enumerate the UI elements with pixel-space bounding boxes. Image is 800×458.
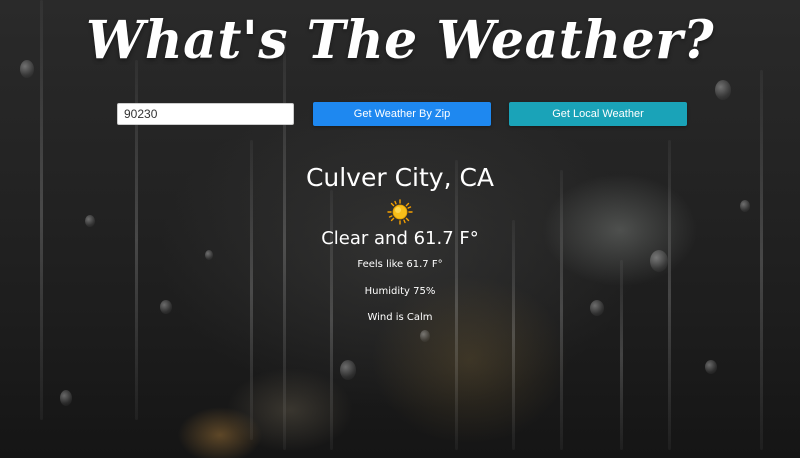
location-name: Culver City, CA (305, 163, 495, 192)
page-title: What's The Weather? (85, 10, 715, 71)
weather-result: Culver City, CA Clear and 61.7 F° Feels … (0, 160, 800, 324)
zip-code-input[interactable] (117, 103, 294, 125)
humidity-text: Humidity 75% (364, 286, 436, 297)
get-local-weather-button[interactable]: Get Local Weather (509, 102, 687, 126)
condition-temperature: Clear and 61.7 F° (321, 228, 479, 249)
feels-like-text: Feels like 61.7 F° (357, 259, 443, 270)
sun-icon (387, 199, 413, 225)
wind-text: Wind is Calm (367, 312, 433, 323)
get-weather-by-zip-button[interactable]: Get Weather By Zip (313, 102, 491, 126)
